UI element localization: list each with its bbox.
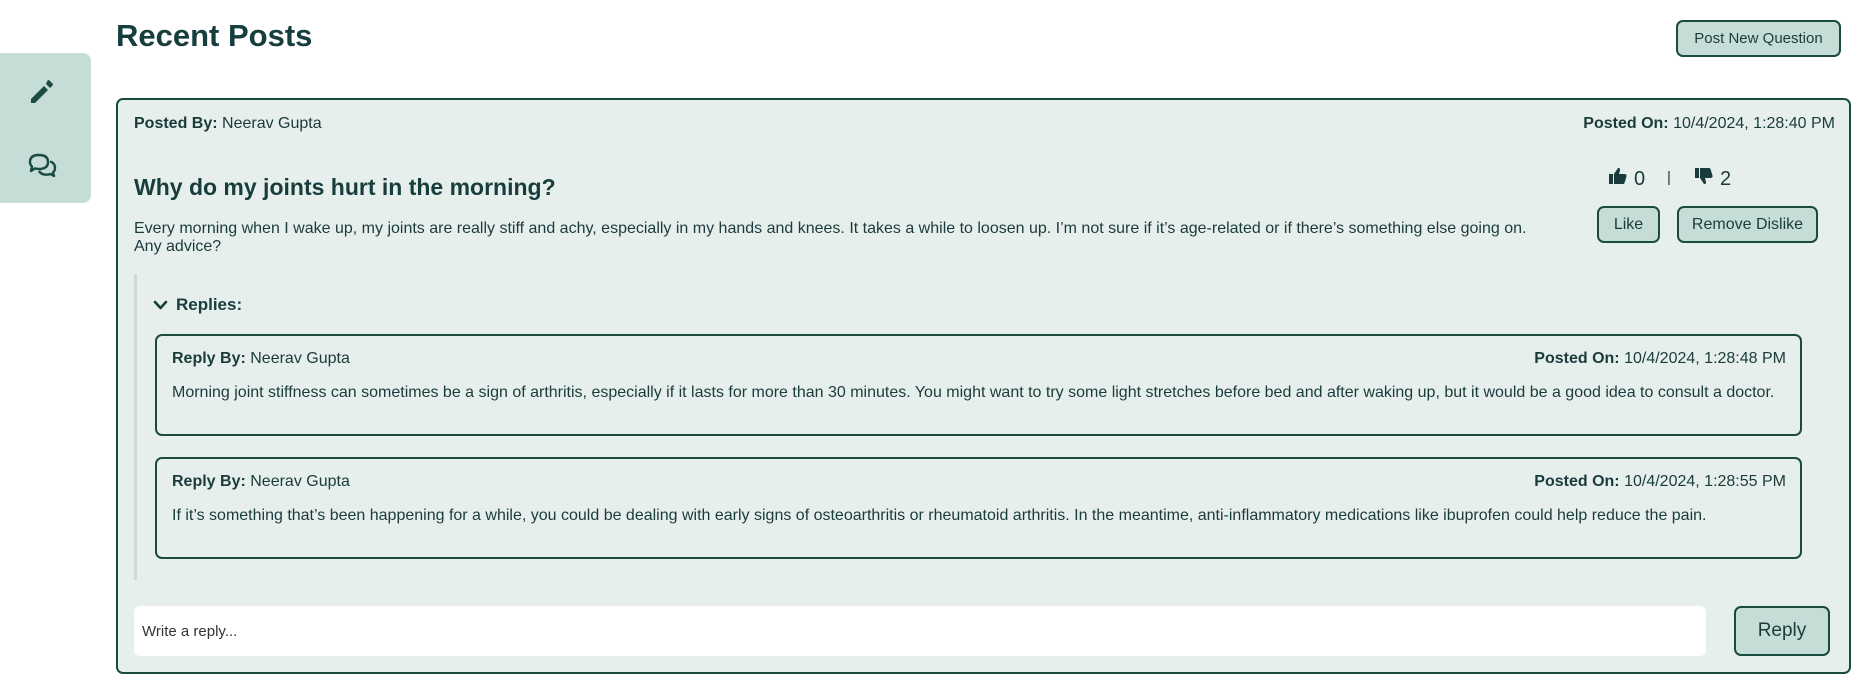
vote-counts: 0 | 2 — [1608, 166, 1768, 192]
reply-author: Reply By: Neerav Gupta — [172, 473, 350, 491]
pencil-icon[interactable] — [26, 75, 58, 107]
page-title: Recent Posts — [116, 18, 313, 53]
post-timestamp: Posted On: 10/4/2024, 1:28:40 PM — [1583, 115, 1835, 133]
reply-on-value: 10/4/2024, 1:28:48 PM — [1624, 350, 1786, 367]
reply-by-value: Neerav Gupta — [250, 350, 350, 367]
dislikes-value: 2 — [1720, 167, 1732, 190]
post-card: Posted By: Neerav Gupta Posted On: 10/4/… — [116, 98, 1851, 674]
post-author: Posted By: Neerav Gupta — [134, 115, 322, 133]
remove-dislike-button[interactable]: Remove Dislike — [1677, 206, 1818, 243]
sidebar — [0, 53, 91, 203]
posted-on-value: 10/4/2024, 1:28:40 PM — [1673, 115, 1835, 132]
like-button[interactable]: Like — [1597, 206, 1660, 243]
reply-on-label: Posted On: — [1534, 350, 1620, 367]
thumbs-up-icon — [1608, 166, 1628, 192]
reply-on-value: 10/4/2024, 1:28:55 PM — [1624, 473, 1786, 490]
dislikes-count: 2 — [1694, 166, 1731, 192]
vote-separator: | — [1667, 169, 1671, 186]
chevron-down-icon[interactable] — [153, 292, 168, 318]
reply-by-label: Reply By: — [172, 473, 246, 490]
posted-by-value: Neerav Gupta — [222, 115, 322, 132]
reply-timestamp: Posted On: 10/4/2024, 1:28:48 PM — [1534, 350, 1786, 368]
posted-by-label: Posted By: — [134, 115, 218, 132]
reply-card: Reply By: Neerav Gupta Posted On: 10/4/2… — [155, 334, 1802, 436]
reply-on-label: Posted On: — [1534, 473, 1620, 490]
reply-input[interactable] — [134, 606, 1706, 656]
reply-card: Reply By: Neerav Gupta Posted On: 10/4/2… — [155, 457, 1802, 559]
reply-by-value: Neerav Gupta — [250, 473, 350, 490]
thumbs-down-icon — [1694, 166, 1714, 192]
reply-by-label: Reply By: — [172, 350, 246, 367]
reply-timestamp: Posted On: 10/4/2024, 1:28:55 PM — [1534, 473, 1786, 491]
likes-value: 0 — [1634, 167, 1646, 190]
posted-on-label: Posted On: — [1583, 115, 1669, 132]
post-title: Why do my joints hurt in the morning? — [134, 174, 556, 200]
chat-bubbles-icon[interactable] — [26, 150, 58, 182]
replies-section: Replies: Reply By: Neerav Gupta Posted O… — [134, 274, 1823, 580]
likes-count: 0 — [1608, 166, 1645, 192]
reply-text: If it’s something that’s been happening … — [172, 507, 1707, 524]
replies-toggle[interactable]: Replies: — [153, 292, 242, 318]
post-body: Every morning when I wake up, my joints … — [134, 220, 1527, 255]
reply-author: Reply By: Neerav Gupta — [172, 350, 350, 368]
reply-text: Morning joint stiffness can sometimes be… — [172, 384, 1775, 401]
post-new-question-button[interactable]: Post New Question — [1676, 20, 1841, 57]
reply-submit-button[interactable]: Reply — [1734, 606, 1830, 656]
replies-label: Replies: — [176, 295, 243, 314]
